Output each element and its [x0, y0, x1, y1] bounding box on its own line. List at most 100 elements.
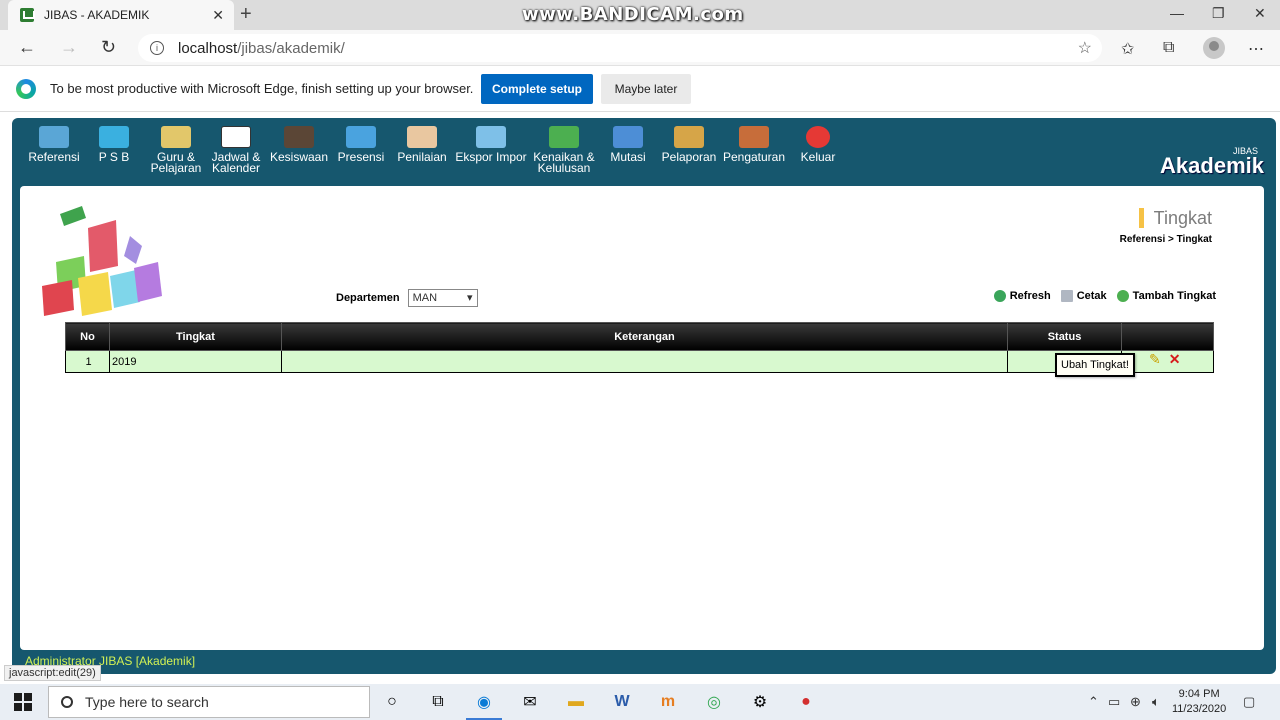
kenaikan-icon	[549, 126, 579, 148]
menu-label: Mutasi	[610, 150, 646, 164]
menu-item-guru-pelajaran[interactable]: Guru & Pelajaran	[146, 126, 206, 174]
favorite-star-icon[interactable]: ☆	[1078, 38, 1092, 58]
student-icon	[284, 126, 314, 148]
chrome-icon[interactable]: ◎	[702, 690, 726, 714]
address-bar: ← → ↻ i localhost/jibas/akademik/ ☆ ✩ ⧉ …	[0, 30, 1280, 66]
department-select[interactable]: MAN	[407, 289, 478, 307]
reload-icon[interactable]: ↻	[101, 37, 116, 58]
volume-icon[interactable]: 🔈︎	[1152, 694, 1160, 710]
menu-item-referensi[interactable]: Referensi	[26, 126, 82, 163]
file-explorer-icon[interactable]: ▬	[564, 690, 588, 714]
export-import-icon	[476, 126, 506, 148]
menu-item-mutasi[interactable]: Mutasi	[606, 126, 650, 163]
menu-item-jadwal-kalender[interactable]: Jadwal & Kalender	[208, 126, 264, 174]
more-menu-icon[interactable]: ⋯	[1248, 39, 1264, 59]
windows-taskbar: Type here to search ○ ⧉ ◉ ✉ ▬ W m ◎ ⚙ ● …	[0, 684, 1280, 720]
penilaian-icon	[407, 126, 437, 148]
word-icon[interactable]: W	[610, 690, 634, 714]
colored-blocks-illustration	[42, 206, 162, 316]
taskbar-search-input[interactable]: Type here to search	[48, 686, 370, 718]
tab-title: JIBAS - AKADEMIK	[44, 8, 150, 22]
menu-item-penilaian[interactable]: Penilaian	[394, 126, 450, 163]
column-header-tingkat: Tingkat	[109, 322, 282, 351]
menu-item-psb[interactable]: P S B	[94, 126, 134, 163]
bandicam-record-icon[interactable]: ●	[794, 690, 818, 714]
department-label: Departemen	[336, 292, 400, 304]
close-tab-icon[interactable]: ✕	[212, 7, 224, 24]
akademik-brand: JIBAS Akademik	[1160, 146, 1264, 178]
windows-start-icon[interactable]	[14, 693, 32, 711]
url-path: /jibas/akademik/	[237, 39, 345, 57]
menu-label: Jadwal & Kalender	[211, 150, 261, 175]
department-filter: Departemen MAN	[336, 289, 478, 307]
tab-strip: JIBAS - AKADEMIK ✕ + www.BANDICAM.com — …	[0, 0, 1280, 30]
table-row: 1 2019	[65, 350, 1214, 373]
taskbar-clock[interactable]: 9:04 PM 11/23/2020	[1172, 687, 1226, 717]
menu-label: Referensi	[28, 150, 80, 164]
favorites-icon[interactable]: ✩	[1121, 39, 1134, 59]
back-arrow-icon[interactable]: ←	[18, 37, 36, 58]
infobar-message: To be most productive with Microsoft Edg…	[50, 81, 474, 96]
search-icon	[61, 696, 73, 708]
browser-tab[interactable]: JIBAS - AKADEMIK ✕	[8, 0, 234, 30]
settings-gear-icon[interactable]: ⚙	[748, 690, 772, 714]
menu-item-keluar[interactable]: Keluar	[796, 126, 840, 163]
clock-date: 11/23/2020	[1172, 703, 1227, 715]
profile-avatar[interactable]	[1203, 37, 1225, 59]
breadcrumb: Referensi > Tingkat	[1119, 234, 1212, 245]
mail-icon[interactable]: ✉	[518, 690, 542, 714]
minimize-button[interactable]: —	[1170, 5, 1184, 21]
menu-item-kenaikan-kelulusan[interactable]: Kenaikan & Kelulusan	[530, 126, 598, 174]
url-input[interactable]: i localhost/jibas/akademik/ ☆	[138, 34, 1102, 62]
restore-button[interactable]: ❐	[1212, 5, 1225, 22]
presensi-icon	[346, 126, 376, 148]
menu-item-kesiswaan[interactable]: Kesiswaan	[268, 126, 330, 163]
pengaturan-icon	[739, 126, 769, 148]
network-globe-icon[interactable]: ⊕	[1130, 694, 1141, 710]
new-tab-button[interactable]: +	[240, 3, 252, 26]
column-header-actions	[1121, 322, 1214, 351]
menu-label: Keluar	[800, 150, 836, 164]
refresh-label: Refresh	[1009, 290, 1051, 302]
print-label: Cetak	[1076, 290, 1107, 302]
forward-arrow-icon[interactable]: →	[60, 37, 78, 58]
menu-item-pelaporan[interactable]: Pelaporan	[658, 126, 720, 163]
collections-icon[interactable]: ⧉	[1163, 39, 1174, 57]
edit-tooltip: Ubah Tingkat!	[1055, 353, 1135, 377]
menu-label: Ekspor Impor	[455, 150, 527, 164]
menu-label: Guru & Pelajaran	[150, 150, 202, 175]
task-view-icon[interactable]: ⧉	[426, 690, 450, 714]
guru-icon	[161, 126, 191, 148]
psb-icon	[99, 126, 129, 148]
complete-setup-button[interactable]: Complete setup	[481, 74, 593, 104]
edge-setup-infobar: To be most productive with Microsoft Edg…	[0, 66, 1280, 112]
print-icon	[1060, 290, 1073, 302]
tingkat-table: No Tingkat Keterangan Status 1 2019	[65, 322, 1214, 373]
moodle-icon[interactable]: m	[656, 690, 680, 714]
close-window-button[interactable]: ✕	[1254, 5, 1266, 22]
site-info-icon[interactable]: i	[150, 41, 164, 55]
cell-keterangan	[281, 350, 1008, 373]
print-button[interactable]: Cetak	[1060, 290, 1107, 302]
menu-item-pengaturan[interactable]: Pengaturan	[720, 126, 788, 163]
edge-logo-icon	[16, 79, 36, 99]
calendar-icon	[221, 126, 251, 148]
tray-chevron-up-icon[interactable]: ⌃	[1088, 694, 1099, 710]
recorder-watermark: www.BANDICAM.com	[522, 4, 744, 25]
tray-device-icon[interactable]: ▭	[1108, 694, 1120, 710]
refresh-icon	[993, 290, 1006, 302]
notification-icon[interactable]: ▢	[1243, 694, 1255, 710]
menu-item-presensi[interactable]: Presensi	[334, 126, 388, 163]
maybe-later-button[interactable]: Maybe later	[601, 74, 691, 104]
refresh-button[interactable]: Refresh	[993, 290, 1051, 302]
edge-taskbar-icon[interactable]: ◉	[466, 690, 502, 720]
menu-item-ekspor-impor[interactable]: Ekspor Impor	[454, 126, 528, 163]
keluar-icon	[806, 126, 830, 148]
cortana-circle-icon[interactable]: ○	[380, 690, 404, 714]
delete-x-icon[interactable]: ✕	[1169, 351, 1181, 368]
menu-label: Kenaikan & Kelulusan	[533, 150, 595, 175]
add-tingkat-button[interactable]: Tambah Tingkat	[1116, 290, 1216, 302]
edit-pencil-icon[interactable]: ✎	[1149, 351, 1161, 368]
url-host: localhost	[178, 39, 238, 57]
column-header-no: No	[65, 322, 110, 351]
